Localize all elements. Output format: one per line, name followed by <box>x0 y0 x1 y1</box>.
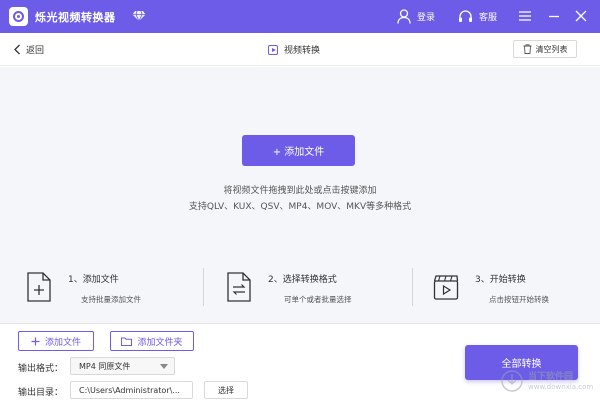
step-desc: 支持批量添加文件 <box>81 295 141 304</box>
title-bar: 烁光视频转换器 登录 客服 <box>0 0 600 33</box>
chevron-down-icon <box>160 364 168 369</box>
steps-guide: 1、添加文件 支持批量添加文件 2、选择转换格式 可单个或者批量选择 3、开始转… <box>0 262 600 322</box>
video-clip-icon <box>433 275 459 300</box>
clear-list-label: 清空列表 <box>535 44 568 54</box>
step-desc: 点击按钮开始转换 <box>489 295 549 304</box>
step-start-convert: 3、开始转换 点击按钮开始转换 <box>433 262 593 312</box>
add-file-button[interactable]: 添加文件 <box>18 331 94 351</box>
close-icon[interactable] <box>574 9 588 23</box>
trash-icon <box>523 44 531 54</box>
add-file-label: 添加文件 <box>44 337 81 348</box>
menu-icon[interactable] <box>518 9 532 23</box>
video-play-icon <box>268 44 278 55</box>
output-format-label: 输出格式： <box>18 364 64 374</box>
headset-icon <box>459 9 472 22</box>
step-divider <box>203 268 204 306</box>
add-file-main-button[interactable]: + 添加文件 <box>242 135 355 166</box>
watermark-logo-icon <box>501 370 523 392</box>
back-button[interactable]: 返回 <box>13 43 44 56</box>
step-choose-format: 2、选择转换格式 可单个或者批量选择 <box>226 262 396 312</box>
step-add-file: 1、添加文件 支持批量添加文件 <box>26 262 196 312</box>
service-label: 客服 <box>479 13 498 23</box>
clear-list-button[interactable]: 清空列表 <box>513 40 577 58</box>
step-title: 2、选择转换格式 <box>268 275 337 285</box>
section-title: 视频转换 <box>268 43 320 56</box>
format-support-hint: 支持QLV、KUX、QSV、MP4、MOV、MKV等多种格式 <box>188 202 412 212</box>
user-icon <box>397 9 411 24</box>
section-title-label: 视频转换 <box>284 46 321 56</box>
diamond-vip-icon[interactable] <box>132 10 146 22</box>
add-file-icon <box>27 272 51 302</box>
drop-hint: 将视频文件拖拽到此处或点击按键添加 <box>223 186 377 196</box>
convert-file-icon <box>227 272 251 302</box>
watermark-text: 当下软件园 <box>528 372 574 382</box>
watermark-url: www.downxia.com <box>528 383 594 391</box>
chevron-left-icon <box>14 44 20 55</box>
login-button[interactable]: 登录 <box>397 7 435 26</box>
plus-icon <box>31 337 40 345</box>
sub-header: 返回 视频转换 <box>0 33 600 66</box>
step-title: 1、添加文件 <box>68 275 119 285</box>
step-title: 3、开始转换 <box>475 275 526 285</box>
step-divider <box>412 268 413 306</box>
step-desc: 可单个或者批量选择 <box>284 295 352 304</box>
format-value: MP4 同原文件 <box>79 361 131 371</box>
app-logo-icon <box>9 7 28 26</box>
login-label: 登录 <box>417 13 436 23</box>
app-title: 烁光视频转换器 <box>35 11 116 24</box>
output-format-select[interactable]: MP4 同原文件 <box>70 357 175 375</box>
choose-dir-button[interactable]: 选择 <box>204 381 248 399</box>
output-dir-label: 输出目录： <box>18 388 64 398</box>
add-folder-button[interactable]: 添加文件夹 <box>110 331 194 351</box>
minimize-icon[interactable] <box>547 9 561 23</box>
back-label: 返回 <box>26 46 45 56</box>
watermark: 当下软件园 www.downxia.com <box>500 367 596 397</box>
add-folder-label: 添加文件夹 <box>137 337 183 348</box>
output-dir-field[interactable]: C:\Users\Administrator\... <box>70 381 193 399</box>
folder-icon <box>121 337 133 346</box>
customer-service-button[interactable]: 客服 <box>458 7 497 26</box>
